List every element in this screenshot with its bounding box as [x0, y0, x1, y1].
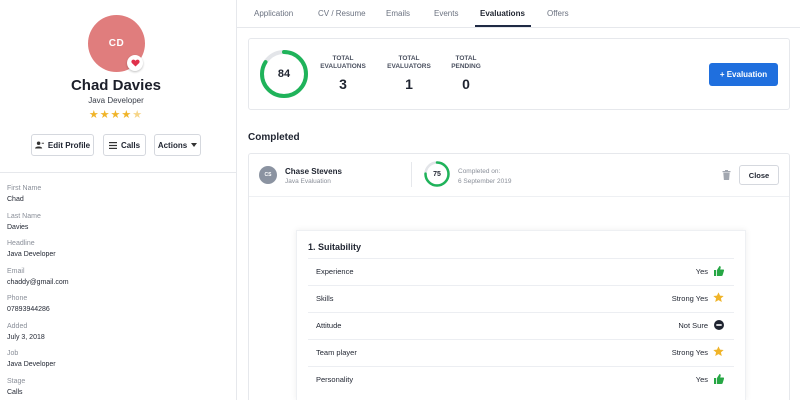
- tab-cv-resume[interactable]: CV / Resume: [318, 9, 366, 18]
- total-pending-value: 0: [462, 76, 470, 92]
- field-value: Calls: [7, 388, 23, 396]
- total-evaluators-value: 1: [405, 76, 413, 92]
- candidate-name: Chad Davies: [70, 77, 162, 94]
- star-icon: [713, 292, 724, 303]
- profile-sidebar: CD Chad Davies Java Developer ★★★★★ Edit…: [0, 0, 237, 400]
- evaluator-avatar: CS: [259, 166, 277, 184]
- field-label: Email: [7, 267, 25, 275]
- calls-label: Calls: [120, 140, 141, 150]
- divider: [249, 196, 789, 197]
- calls-button[interactable]: Calls: [103, 134, 146, 156]
- total-evaluations-value: 3: [339, 76, 347, 92]
- field-stage: Stage Calls: [7, 377, 69, 400]
- criterion-value: Not Sure: [678, 321, 708, 330]
- star-icon: [713, 346, 724, 357]
- field-label: Headline: [7, 240, 35, 247]
- suitability-title: 1. Suitability: [308, 242, 362, 252]
- field-job: Job Java Developer: [7, 349, 69, 377]
- rating-stars: ★★★★★: [0, 108, 232, 121]
- field-value: 07893944286: [7, 306, 50, 313]
- criterion-value: Yes: [695, 267, 708, 276]
- criterion-name: Skills: [316, 294, 334, 303]
- avatar-initials: CD: [108, 38, 125, 49]
- evaluator-name: Chase Stevens: [285, 167, 342, 176]
- criterion-name: Experience: [316, 267, 354, 276]
- field-value: Davies: [7, 223, 29, 231]
- criterion-name: Team player: [316, 348, 357, 357]
- completed-date: 6 September 2019: [458, 178, 512, 185]
- candidate-role: Java Developer: [88, 96, 144, 105]
- field-first-name: First Name Chad: [7, 184, 69, 212]
- profile-fields: First Name Chad Last Name Davies Headline J…: [7, 184, 69, 400]
- field-last-name: Last Name Davies: [7, 212, 69, 240]
- field-label: Stage: [7, 377, 26, 385]
- edit-profile-button[interactable]: Edit Profile: [31, 134, 94, 156]
- field-headline: Headline Java Developer: [7, 239, 69, 267]
- actions-dropdown[interactable]: Actions: [154, 134, 201, 156]
- active-tab-indicator: [475, 25, 531, 27]
- evaluation-type: Java Evaluation: [285, 178, 331, 185]
- field-label: Job: [7, 350, 19, 357]
- thumbs-up-icon: [713, 373, 724, 384]
- field-label: Last Name: [7, 212, 41, 220]
- add-evaluation-button[interactable]: + Evaluation: [709, 63, 778, 86]
- field-value: Java Developer: [7, 251, 56, 258]
- field-value: July 3, 2018: [7, 333, 45, 341]
- total-pending-label: TOTAL PENDING: [451, 55, 481, 70]
- divider: [0, 172, 237, 173]
- criterion-value: Strong Yes: [671, 294, 708, 303]
- field-phone: Phone 07893944286: [7, 294, 69, 322]
- criterion-row: Team player Strong Yes: [308, 339, 734, 366]
- completed-heading: Completed: [248, 132, 300, 143]
- criterion-row: Personality Yes: [308, 366, 734, 393]
- favorite-badge[interactable]: [127, 55, 143, 71]
- half-star-icon: ★: [132, 109, 144, 121]
- trash-icon[interactable]: [722, 170, 731, 180]
- field-label: Added: [7, 322, 28, 330]
- criterion-value: Strong Yes: [671, 348, 708, 357]
- criterion-name: Personality: [316, 375, 354, 384]
- minus-circle-icon: [713, 319, 724, 330]
- tab-application[interactable]: Application: [254, 9, 293, 18]
- close-button[interactable]: Close: [739, 165, 779, 185]
- divider: [411, 162, 412, 187]
- criterion-row: Attitude Not Sure: [308, 312, 734, 339]
- total-evaluators-label: TOTAL EVALUATORS: [387, 55, 431, 70]
- tab-events[interactable]: Events: [434, 9, 458, 18]
- edit-profile-label: Edit Profile: [47, 140, 91, 150]
- total-evaluations-label: TOTAL EVALUATIONS: [320, 55, 366, 70]
- tab-evaluations[interactable]: Evaluations: [480, 9, 525, 18]
- field-email: Email chaddy@gmail.com: [7, 267, 69, 295]
- evaluation-score: 75: [433, 170, 441, 178]
- thumbs-up-icon: [713, 265, 724, 276]
- criterion-row: Experience Yes: [308, 258, 734, 285]
- tab-offers[interactable]: Offers: [547, 9, 569, 18]
- field-label: First Name: [7, 185, 42, 192]
- user-edit-icon: [34, 141, 44, 149]
- criterion-name: Attitude: [316, 321, 342, 330]
- overall-score: 84: [277, 68, 291, 80]
- caret-down-icon: [191, 143, 198, 147]
- field-value: Java Developer: [7, 361, 56, 368]
- list-icon: [108, 141, 117, 149]
- field-value: chaddy@gmail.com: [7, 278, 69, 286]
- tab-emails[interactable]: Emails: [386, 9, 410, 18]
- criterion-value: Yes: [695, 375, 708, 384]
- field-added: Added July 3, 2018: [7, 322, 69, 350]
- full-stars: ★★★★: [88, 109, 133, 121]
- criterion-row: Skills Strong Yes: [308, 285, 734, 312]
- actions-label: Actions: [157, 140, 188, 150]
- completed-on-label: Completed on:: [458, 168, 501, 175]
- field-value: Chad: [7, 196, 24, 203]
- heart-icon: [130, 59, 140, 67]
- field-label: Phone: [7, 295, 28, 302]
